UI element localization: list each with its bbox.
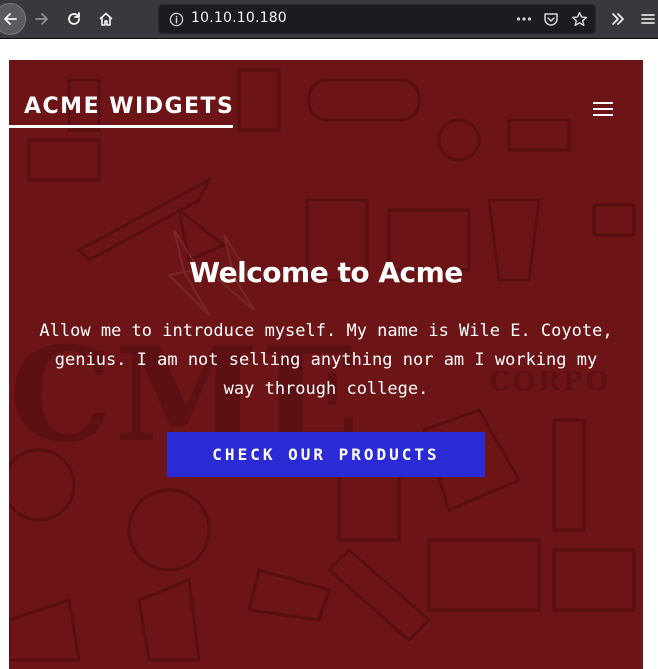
info-icon[interactable]	[169, 12, 184, 31]
forward-button[interactable]	[28, 5, 56, 33]
overflow-button[interactable]	[604, 5, 632, 33]
pocket-icon[interactable]	[543, 12, 559, 31]
web-page: CME CORPO ACME WIDGETS Welcome to Acme A…	[0, 39, 658, 669]
hamburger-line	[593, 102, 613, 104]
double-chevron-icon	[612, 13, 624, 25]
star-icon[interactable]	[571, 11, 588, 32]
hamburger-line	[593, 114, 613, 116]
reload-icon	[68, 12, 80, 25]
reload-button[interactable]	[60, 5, 88, 33]
nav-toggle-button[interactable]	[593, 102, 613, 116]
hero-section: CME CORPO ACME WIDGETS Welcome to Acme A…	[9, 60, 643, 669]
site-brand[interactable]: ACME WIDGETS	[24, 94, 234, 119]
url-bar[interactable]: 10.10.10.180	[158, 4, 596, 34]
hero-title: Welcome to Acme	[189, 256, 463, 289]
check-products-button[interactable]: CHECK OUR PRODUCTS	[167, 432, 485, 477]
brand-underline	[9, 125, 233, 128]
hamburger-menu-icon	[641, 14, 655, 24]
forward-arrow-icon	[35, 13, 48, 25]
hero-text: Allow me to introduce myself. My name is…	[39, 321, 613, 399]
hamburger-line	[593, 108, 613, 110]
home-button[interactable]	[92, 5, 120, 33]
app-menu-button[interactable]	[634, 5, 658, 33]
home-icon	[99, 12, 113, 26]
more-dots-icon[interactable]	[515, 10, 533, 32]
url-text[interactable]: 10.10.10.180	[191, 10, 287, 26]
browser-toolbar: 10.10.10.180	[0, 0, 658, 38]
back-button[interactable]	[0, 3, 26, 35]
back-arrow-icon	[4, 13, 17, 25]
